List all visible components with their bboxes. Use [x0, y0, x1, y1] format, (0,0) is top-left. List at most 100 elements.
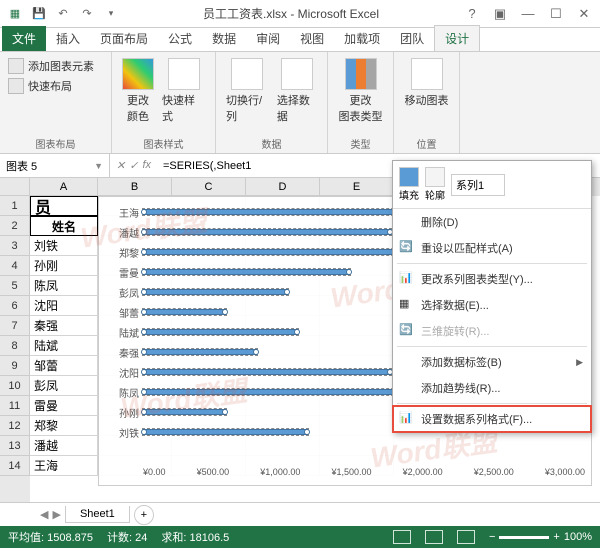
quick-layout-button[interactable]: 快速布局 [6, 76, 105, 96]
fx-icon[interactable]: fx [142, 159, 151, 172]
close-icon[interactable]: ✕ [572, 6, 596, 22]
tab-formulas[interactable]: 公式 [158, 26, 202, 51]
select-data-button[interactable]: 选择数据 [273, 56, 321, 126]
cell[interactable]: 郑黎 [30, 416, 98, 436]
row-header[interactable]: 9 [0, 356, 30, 376]
menu-add-trendline[interactable]: 添加趋势线(R)... [393, 375, 591, 401]
cell[interactable]: 潘越 [30, 436, 98, 456]
column-header[interactable]: B [98, 178, 172, 196]
name-box-dropdown-icon[interactable]: ▼ [94, 161, 103, 171]
quick-style-button[interactable]: 快速样式 [158, 56, 209, 126]
row-header[interactable]: 5 [0, 276, 30, 296]
tab-layout[interactable]: 页面布局 [90, 26, 158, 51]
cancel-icon[interactable]: ✕ [116, 159, 125, 172]
tab-addins[interactable]: 加载项 [334, 26, 390, 51]
cell[interactable]: 刘铁 [30, 236, 98, 256]
change-colors-label: 更改 颜色 [127, 92, 149, 124]
chart-x-tick: ¥2,500.00 [474, 467, 514, 483]
switch-rowcol-button[interactable]: 切换行/列 [222, 56, 273, 126]
row-header[interactable]: 14 [0, 456, 30, 476]
chart-bar[interactable] [143, 289, 288, 295]
new-sheet-button[interactable]: + [134, 505, 154, 525]
zoom-control[interactable]: − + 100% [489, 531, 592, 543]
menu-select-data[interactable]: ▦选择数据(E)... [393, 292, 591, 318]
help-icon[interactable]: ? [460, 6, 484, 22]
series-selector[interactable]: 系列1 [451, 174, 505, 196]
column-header[interactable]: C [172, 178, 246, 196]
tab-review[interactable]: 审阅 [246, 26, 290, 51]
zoom-value[interactable]: 100% [564, 531, 592, 543]
change-chart-type-button[interactable]: 更改 图表类型 [334, 56, 387, 126]
tab-file[interactable]: 文件 [2, 26, 46, 51]
menu-add-data-label[interactable]: 添加数据标签(B)▶ [393, 349, 591, 375]
row-header[interactable]: 8 [0, 336, 30, 356]
tab-data[interactable]: 数据 [202, 26, 246, 51]
cell[interactable]: 雷曼 [30, 396, 98, 416]
sheet-tab-active[interactable]: Sheet1 [65, 506, 130, 523]
ribbon-options-icon[interactable]: ▣ [488, 6, 512, 22]
view-normal-icon[interactable] [393, 530, 411, 544]
menu-format-series[interactable]: 📊设置数据系列格式(F)... [393, 406, 591, 432]
menu-delete[interactable]: 删除(D) [393, 209, 591, 235]
column-header[interactable]: D [246, 178, 320, 196]
row-header[interactable]: 1 [0, 196, 30, 216]
change-colors-button[interactable]: 更改 颜色 [118, 56, 158, 126]
tab-design[interactable]: 设计 [434, 25, 480, 51]
add-chart-element-button[interactable]: 添加图表元素 [6, 56, 105, 76]
chart-bar[interactable] [143, 309, 226, 315]
chart-bar[interactable] [143, 369, 391, 375]
row-header[interactable]: 13 [0, 436, 30, 456]
chart-x-tick: ¥3,000.00 [545, 467, 585, 483]
cell[interactable]: 王海 [30, 456, 98, 476]
move-chart-button[interactable]: 移动图表 [400, 56, 453, 110]
row-header[interactable]: 7 [0, 316, 30, 336]
row-header[interactable]: 10 [0, 376, 30, 396]
view-break-icon[interactable] [457, 530, 475, 544]
confirm-icon[interactable]: ✓ [129, 159, 138, 172]
cell[interactable]: 彭凤 [30, 376, 98, 396]
chart-bar[interactable] [143, 349, 257, 355]
chart-bar[interactable] [143, 229, 391, 235]
zoom-out-icon[interactable]: − [489, 531, 495, 543]
cell[interactable]: 孙刚 [30, 256, 98, 276]
fill-button[interactable]: 填充 [399, 167, 419, 202]
cell[interactable]: 秦强 [30, 316, 98, 336]
row-header[interactable]: 3 [0, 236, 30, 256]
sheet-nav-next-icon[interactable]: ▶ [52, 508, 60, 521]
row-header[interactable]: 6 [0, 296, 30, 316]
redo-icon[interactable]: ↷ [76, 3, 98, 25]
sheet-nav-prev-icon[interactable]: ◀ [40, 508, 48, 521]
tab-team[interactable]: 团队 [390, 26, 434, 51]
undo-icon[interactable]: ↶ [52, 3, 74, 25]
cell[interactable]: 陆斌 [30, 336, 98, 356]
name-box[interactable]: 图表 5 ▼ [0, 154, 110, 177]
row-header[interactable]: 12 [0, 416, 30, 436]
chart-bar[interactable] [143, 269, 350, 275]
menu-reset-style[interactable]: 🔄重设以匹配样式(A) [393, 235, 591, 261]
cell[interactable]: 姓名 [30, 216, 98, 236]
cell[interactable]: 沈阳 [30, 296, 98, 316]
row-header[interactable]: 2 [0, 216, 30, 236]
view-layout-icon[interactable] [425, 530, 443, 544]
save-icon[interactable]: 💾 [28, 3, 50, 25]
tab-insert[interactable]: 插入 [46, 26, 90, 51]
cell[interactable]: 陈凤 [30, 276, 98, 296]
select-all-corner[interactable] [0, 178, 30, 196]
zoom-slider[interactable] [499, 536, 549, 539]
zoom-in-icon[interactable]: + [553, 531, 559, 543]
chart-bar[interactable] [143, 409, 226, 415]
column-header[interactable]: E [320, 178, 394, 196]
cell[interactable]: 员 [30, 196, 98, 216]
outline-button[interactable]: 轮廓 [425, 167, 445, 202]
chart-bar[interactable] [143, 329, 298, 335]
cell[interactable]: 邹蕾 [30, 356, 98, 376]
minimize-icon[interactable]: — [516, 6, 540, 22]
qat-dropdown-icon[interactable]: ▾ [100, 3, 122, 25]
maximize-icon[interactable]: ☐ [544, 6, 568, 22]
menu-change-series-type[interactable]: 📊更改系列图表类型(Y)... [393, 266, 591, 292]
switch-rowcol-label: 切换行/列 [226, 92, 269, 124]
chart-bar[interactable] [143, 429, 308, 435]
row-header[interactable]: 4 [0, 256, 30, 276]
row-header[interactable]: 11 [0, 396, 30, 416]
tab-view[interactable]: 视图 [290, 26, 334, 51]
